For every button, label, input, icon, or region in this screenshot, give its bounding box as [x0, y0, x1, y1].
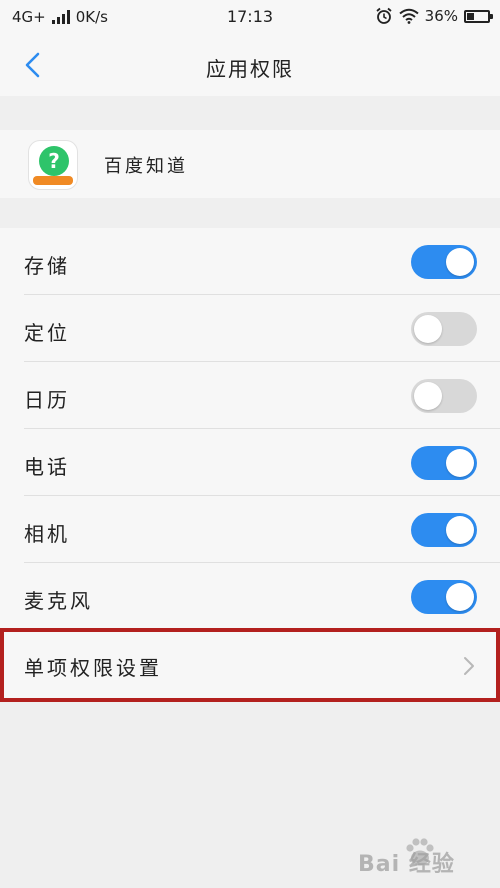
permission-row: 相机: [0, 496, 500, 563]
app-icon: ?: [28, 140, 78, 190]
permission-toggle[interactable]: [411, 513, 477, 547]
permission-row: 日历: [0, 362, 500, 429]
permission-label: 定位: [24, 321, 70, 345]
permission-toggle[interactable]: [411, 312, 477, 346]
permission-toggle[interactable]: [411, 446, 477, 480]
toggle-knob: [446, 248, 474, 276]
permission-toggle[interactable]: [411, 379, 477, 413]
permission-toggle[interactable]: [411, 580, 477, 614]
permission-label: 存储: [24, 254, 70, 278]
chevron-right-icon: [464, 657, 474, 675]
permission-label: 电话: [24, 455, 70, 479]
single-permission-settings-row[interactable]: 单项权限设置: [0, 628, 500, 702]
permission-list: 存储定位日历电话相机麦克风: [0, 228, 500, 628]
toggle-knob: [446, 583, 474, 611]
permission-row: 存储: [0, 228, 500, 295]
permission-label: 麦克风: [24, 589, 93, 613]
permission-row: 麦克风: [0, 563, 500, 630]
battery-percent: 36%: [424, 7, 458, 25]
permission-label: 相机: [24, 522, 70, 546]
permission-row: 定位: [0, 295, 500, 362]
wifi-icon: [399, 8, 419, 24]
app-info-row: ? 百度知道: [0, 130, 500, 198]
baidu-jingyan-watermark: Bai 经验: [358, 832, 498, 882]
watermark-text: Bai 经验: [358, 852, 455, 877]
permission-label: 日历: [24, 388, 70, 412]
status-right: 36%: [375, 7, 493, 25]
page-title: 应用权限: [206, 57, 294, 81]
header: 应用权限: [0, 34, 500, 96]
toggle-knob: [446, 449, 474, 477]
toggle-knob: [414, 382, 442, 410]
status-bar: 4G+ 0K/s 17:13 36%: [0, 0, 500, 34]
app-icon-strip: [33, 176, 73, 185]
app-name: 百度知道: [104, 156, 188, 177]
question-icon: ?: [39, 146, 69, 176]
single-permission-label: 单项权限设置: [24, 656, 162, 680]
permission-row: 电话: [0, 429, 500, 496]
battery-icon: [464, 9, 493, 23]
permission-toggle[interactable]: [411, 245, 477, 279]
alarm-icon: [376, 7, 392, 24]
toggle-knob: [446, 516, 474, 544]
toggle-knob: [414, 315, 442, 343]
